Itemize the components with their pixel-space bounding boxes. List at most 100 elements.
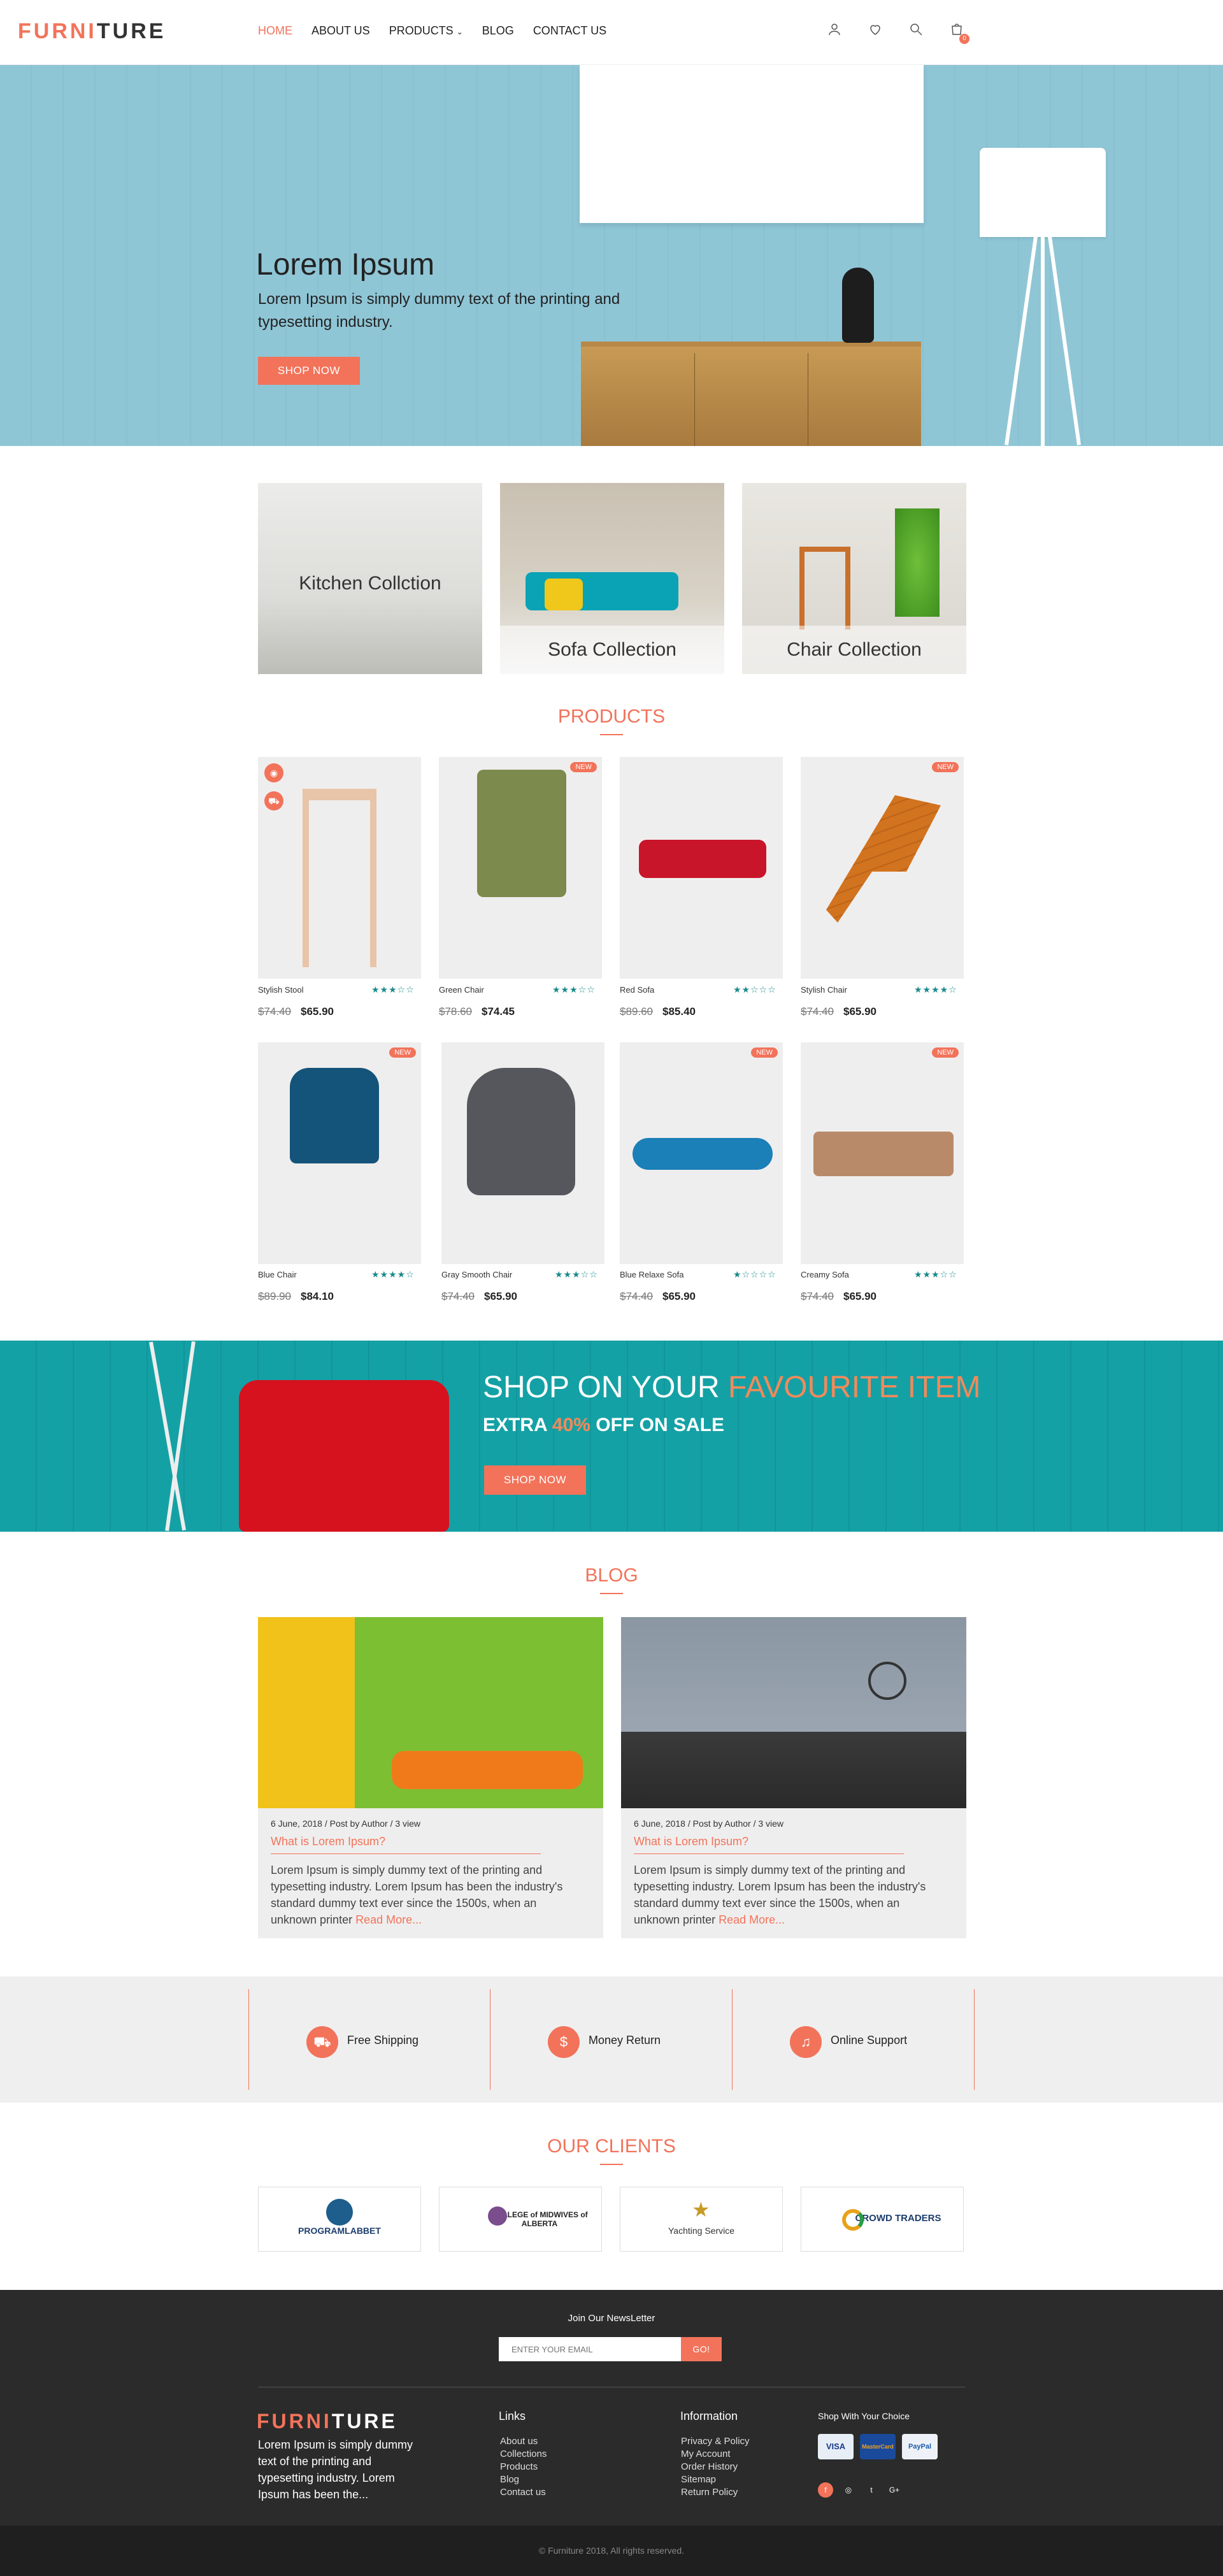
footer-link[interactable]: Privacy & Policy	[681, 2435, 750, 2448]
twitter-icon[interactable]: t	[864, 2482, 879, 2498]
new-badge: NEW	[932, 1047, 959, 1058]
hero-banner: Lorem Ipsum Lorem Ipsum is simply dummy …	[0, 65, 1223, 446]
product-card[interactable]: NEW	[801, 757, 964, 979]
blog-card[interactable]: 6 June, 2018 / Post by Author / 3 view W…	[621, 1617, 966, 1938]
collection-sofa[interactable]: Sofa Collection	[500, 483, 724, 674]
product-name[interactable]: Blue Chair	[258, 1270, 297, 1279]
blog-title[interactable]: What is Lorem Ipsum?	[634, 1835, 904, 1854]
product-card[interactable]: NEW	[258, 1042, 421, 1264]
footer-link[interactable]: Products	[500, 2461, 547, 2473]
promo-title-part: SHOP ON YOUR	[483, 1371, 728, 1404]
footer-link[interactable]: Collections	[500, 2448, 547, 2461]
truck-icon: ⛟	[306, 2026, 338, 2058]
product-rating: ★★★☆☆	[555, 1269, 598, 1279]
product-name[interactable]: Blue Relaxe Sofa	[620, 1270, 683, 1279]
hero-title: Lorem Ipsum	[256, 248, 435, 282]
product-name[interactable]: Green Chair	[439, 985, 484, 995]
collection-label: Chair Collection	[742, 626, 966, 674]
blue-chair-shape	[290, 1068, 379, 1163]
nav-about-us[interactable]: ABOUT US	[311, 24, 370, 38]
product-name[interactable]: Stylish Stool	[258, 985, 304, 995]
product-old-price: $74.40	[441, 1290, 475, 1302]
product-card[interactable]	[441, 1042, 604, 1264]
features-strip: ⛟ Free Shipping $ Money Return ♫ Online …	[0, 1976, 1223, 2103]
green-chair-shape	[477, 770, 566, 897]
blog-meta: 6 June, 2018 / Post by Author / 3 view	[634, 1818, 784, 1829]
product-name[interactable]: Gray Smooth Chair	[441, 1270, 512, 1279]
product-price: $65.90	[843, 1290, 876, 1302]
product-card[interactable]: NEW	[620, 1042, 783, 1264]
read-more-link[interactable]: Read More...	[719, 1913, 785, 1926]
search-icon[interactable]	[908, 22, 924, 37]
product-old-price: $74.40	[801, 1005, 834, 1018]
client-logo[interactable]: COLLEGE of MIDWIVES of ALBERTA	[439, 2187, 602, 2252]
google-plus-icon[interactable]: G+	[887, 2482, 902, 2498]
newsletter-email-input[interactable]	[499, 2337, 681, 2361]
client-logo[interactable]: ★ Yachting Service	[620, 2187, 783, 2252]
blog-excerpt: Lorem Ipsum is simply dummy text of the …	[634, 1862, 933, 1928]
product-card[interactable]: ◉ ⛟	[258, 757, 421, 979]
facebook-icon[interactable]: f	[818, 2482, 833, 2498]
collection-kitchen[interactable]: Kitchen Collction	[258, 483, 482, 674]
footer: Join Our NewsLetter GO! FURNITURE Lorem …	[0, 2290, 1223, 2526]
chair-shape	[799, 547, 850, 630]
nav-contact-us[interactable]: CONTACT US	[533, 24, 606, 38]
product-card[interactable]: NEW	[439, 757, 602, 979]
product-price: $65.90	[843, 1005, 876, 1018]
feature-label: Online Support	[831, 2034, 908, 2047]
footer-link[interactable]: My Account	[681, 2448, 750, 2461]
client-name: CROWD TRADERS	[855, 2213, 941, 2224]
cart-button[interactable]: 0	[949, 22, 969, 44]
client-logo[interactable]: PROGRAMLABBET	[258, 2187, 421, 2252]
blog-image	[621, 1617, 966, 1808]
globe-icon	[326, 2199, 353, 2226]
sofa-pillow	[545, 579, 583, 610]
product-name[interactable]: Stylish Chair	[801, 985, 847, 995]
footer-link[interactable]: Blog	[500, 2473, 547, 2486]
product-card[interactable]	[620, 757, 783, 979]
read-more-link[interactable]: Read More...	[355, 1913, 422, 1926]
logo[interactable]: FURNITURE	[18, 19, 166, 44]
main-nav: HOME ABOUT US PRODUCTS ⌄ BLOG CONTACT US	[258, 24, 606, 38]
blog-card[interactable]: 6 June, 2018 / Post by Author / 3 view W…	[258, 1617, 603, 1938]
promo-shop-now-button[interactable]: SHOP NOW	[484, 1465, 586, 1495]
footer-link[interactable]: Order History	[681, 2461, 750, 2473]
product-price: $84.10	[301, 1290, 334, 1302]
logo-part-a: FURNI	[18, 19, 97, 43]
footer-logo[interactable]: FURNITURE	[257, 2410, 397, 2433]
blue-sofa-shape	[633, 1138, 773, 1170]
cart-icon[interactable]: ⛟	[264, 791, 283, 810]
blog-section-title: BLOG	[516, 1565, 707, 1594]
nav-blog[interactable]: BLOG	[482, 24, 514, 38]
promo-sub-part: OFF ON SALE	[590, 1414, 724, 1436]
hero-dresser	[581, 342, 921, 446]
collection-chair[interactable]: Chair Collection	[742, 483, 966, 674]
footer-link[interactable]: Sitemap	[681, 2473, 750, 2486]
newsletter-go-button[interactable]: GO!	[681, 2337, 722, 2361]
products-section-title: PRODUCTS	[516, 706, 707, 735]
product-rating: ★★☆☆☆	[733, 984, 776, 995]
footer-link[interactable]: Contact us	[500, 2486, 547, 2499]
hero-shop-now-button[interactable]: SHOP NOW	[258, 357, 360, 385]
product-old-price: $74.40	[801, 1290, 834, 1302]
client-logo[interactable]: CROWD TRADERS	[801, 2187, 964, 2252]
user-icon[interactable]	[827, 22, 842, 37]
product-price: $65.90	[301, 1005, 334, 1018]
page: FURNITURE HOME ABOUT US PRODUCTS ⌄ BLOG …	[0, 0, 1223, 2576]
product-card[interactable]: NEW	[801, 1042, 964, 1264]
nav-home[interactable]: HOME	[258, 24, 292, 38]
heart-icon[interactable]	[868, 22, 883, 37]
product-name[interactable]: Red Sofa	[620, 985, 654, 995]
instagram-icon[interactable]: ◎	[841, 2482, 856, 2498]
eye-icon[interactable]: ◉	[264, 763, 283, 782]
footer-about: Lorem Ipsum is simply dummy text of the …	[258, 2438, 413, 2501]
visa-icon: VISA	[818, 2434, 854, 2459]
product-name[interactable]: Creamy Sofa	[801, 1270, 849, 1279]
footer-link[interactable]: About us	[500, 2435, 547, 2448]
footer-link[interactable]: Return Policy	[681, 2486, 750, 2499]
feature-free-shipping: ⛟ Free Shipping	[248, 1989, 490, 2090]
blog-title[interactable]: What is Lorem Ipsum?	[271, 1835, 541, 1854]
nav-products[interactable]: PRODUCTS ⌄	[389, 24, 463, 38]
footer-info-title: Information	[680, 2410, 738, 2422]
orange-sofa-shape	[392, 1751, 583, 1789]
